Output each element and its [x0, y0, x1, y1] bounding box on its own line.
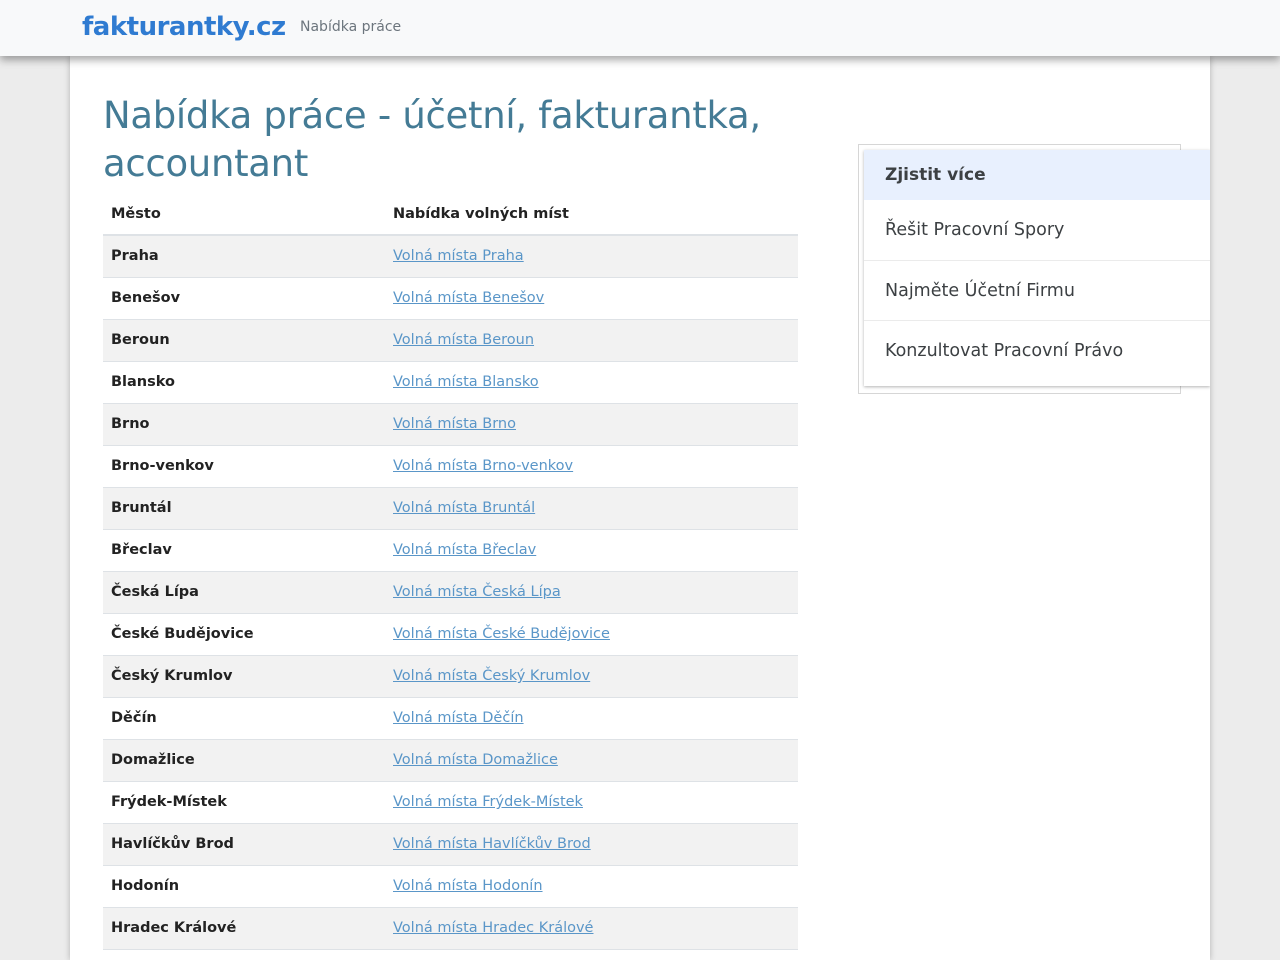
job-cell: Volná místa Beroun [385, 319, 798, 362]
job-offers-link[interactable]: Volná místa Brno [393, 416, 516, 432]
main-content: Nabídka práce - účetní, fakturantka, acc… [70, 56, 1210, 960]
job-offers-link[interactable]: Volná místa Brno-venkov [393, 458, 573, 474]
job-cell: Volná místa Domažlice [385, 739, 798, 782]
city-name: Brno-venkov [103, 445, 385, 488]
job-offers-link[interactable]: Volná místa Břeclav [393, 542, 536, 558]
job-offers-link[interactable]: Volná místa Hradec Králové [393, 920, 593, 936]
city-name: Domažlice [103, 739, 385, 782]
ad-link-labor-law[interactable]: Konzultovat Pracovní Právo [864, 320, 1210, 380]
city-name: Česká Lípa [103, 571, 385, 614]
city-name: Brno [103, 403, 385, 446]
job-offers-link[interactable]: Volná místa Blansko [393, 374, 539, 390]
city-job-table: Město Nabídka volných míst Praha Volná mí… [103, 193, 798, 950]
job-cell: Volná místa Bruntál [385, 487, 798, 530]
table-row: Česká Lípa Volná místa Česká Lípa [103, 571, 798, 614]
job-cell: Volná místa Hodonín [385, 865, 798, 908]
table-row: Beroun Volná místa Beroun [103, 319, 798, 362]
job-offers-link[interactable]: Volná místa Havlíčkův Brod [393, 836, 591, 852]
table-row: Benešov Volná místa Benešov [103, 277, 798, 320]
city-name: Blansko [103, 361, 385, 404]
ad-header: Zjistit více [864, 150, 1210, 200]
city-name: České Budějovice [103, 613, 385, 656]
job-offers-link[interactable]: Volná místa Frýdek-Místek [393, 794, 583, 810]
city-name: Praha [103, 235, 385, 278]
city-name: Benešov [103, 277, 385, 320]
city-name: Frýdek-Místek [103, 781, 385, 824]
city-name: Beroun [103, 319, 385, 362]
column-header-city: Město [103, 193, 385, 236]
job-offers-link[interactable]: Volná místa Benešov [393, 290, 544, 306]
job-cell: Volná místa Brno-venkov [385, 445, 798, 488]
brand-logo-link[interactable]: fakturantky.cz [82, 12, 286, 42]
job-cell: Volná místa Český Krumlov [385, 655, 798, 698]
job-cell: Volná místa Praha [385, 235, 798, 278]
table-row: Frýdek-Místek Volná místa Frýdek-Místek [103, 781, 798, 824]
top-navbar: fakturantky.cz Nabídka práce [0, 0, 1280, 56]
city-name: Hradec Králové [103, 907, 385, 950]
job-offers-link[interactable]: Volná místa Hodonín [393, 878, 543, 894]
job-cell: Volná místa Frýdek-Místek [385, 781, 798, 824]
table-row: Český Krumlov Volná místa Český Krumlov [103, 655, 798, 698]
job-cell: Volná místa Břeclav [385, 529, 798, 572]
city-name: Děčín [103, 697, 385, 740]
job-cell: Volná místa Benešov [385, 277, 798, 320]
ad-links-panel: Zjistit více Řešit Pracovní Spory Najmět… [864, 150, 1210, 386]
table-row: Domažlice Volná místa Domažlice [103, 739, 798, 782]
nav-link-job-offers[interactable]: Nabídka práce [300, 19, 401, 35]
job-offers-link[interactable]: Volná místa Praha [393, 248, 524, 264]
job-cell: Volná místa Brno [385, 403, 798, 446]
city-name: Český Krumlov [103, 655, 385, 698]
job-offers-link[interactable]: Volná místa Bruntál [393, 500, 535, 516]
city-name: Hodonín [103, 865, 385, 908]
job-cell: Volná místa Havlíčkův Brod [385, 823, 798, 866]
job-cell: Volná místa Hradec Králové [385, 907, 798, 950]
job-offers-link[interactable]: Volná místa Beroun [393, 332, 534, 348]
ad-link-labor-disputes[interactable]: Řešit Pracovní Spory [864, 200, 1210, 260]
job-cell: Volná místa Děčín [385, 697, 798, 740]
table-row: Brno Volná místa Brno [103, 403, 798, 446]
city-name: Břeclav [103, 529, 385, 572]
table-row: Havlíčkův Brod Volná místa Havlíčkův Brod [103, 823, 798, 866]
job-offers-link[interactable]: Volná místa Česká Lípa [393, 584, 561, 600]
table-row: Hodonín Volná místa Hodonín [103, 865, 798, 908]
job-cell: Volná místa Česká Lípa [385, 571, 798, 614]
job-offers-link[interactable]: Volná místa Děčín [393, 710, 524, 726]
city-name: Havlíčkův Brod [103, 823, 385, 866]
ad-link-accounting-firm[interactable]: Najměte Účetní Firmu [864, 260, 1210, 320]
page-title: Nabídka práce - účetní, fakturantka, acc… [103, 94, 761, 185]
job-offers-link[interactable]: Volná místa Domažlice [393, 752, 558, 768]
table-row: Děčín Volná místa Děčín [103, 697, 798, 740]
job-offers-link[interactable]: Volná místa Český Krumlov [393, 668, 590, 684]
table-row: Hradec Králové Volná místa Hradec Králové [103, 907, 798, 950]
table-row: Bruntál Volná místa Bruntál [103, 487, 798, 530]
job-offers-link[interactable]: Volná místa České Budějovice [393, 626, 610, 642]
column-header-jobs: Nabídka volných míst [385, 193, 798, 236]
table-row: Blansko Volná místa Blansko [103, 361, 798, 404]
city-name: Bruntál [103, 487, 385, 530]
table-row: Brno-venkov Volná místa Brno-venkov [103, 445, 798, 488]
table-row: České Budějovice Volná místa České Budějo… [103, 613, 798, 656]
table-row: Břeclav Volná místa Břeclav [103, 529, 798, 572]
job-cell: Volná místa České Budějovice [385, 613, 798, 656]
table-header-row: Město Nabídka volných míst [103, 193, 798, 236]
table-row: Praha Volná místa Praha [103, 235, 798, 278]
job-cell: Volná místa Blansko [385, 361, 798, 404]
